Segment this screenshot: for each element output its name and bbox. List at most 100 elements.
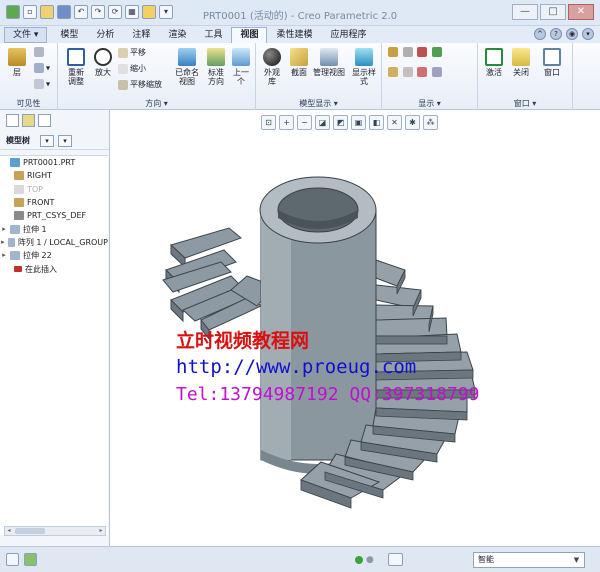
options-icon[interactable]: ▾ — [582, 28, 594, 40]
tab-view[interactable]: 视图 — [231, 27, 268, 43]
group-display: 显示 ▾ — [382, 43, 478, 110]
navigator-tabs — [0, 110, 109, 132]
model-tree-tab-icon[interactable] — [6, 114, 19, 127]
appearance-sphere-icon — [263, 48, 281, 66]
tree-item[interactable]: PRT_CSYS_DEF — [0, 209, 108, 222]
layers-icon — [8, 48, 26, 66]
scroll-thumb[interactable] — [15, 528, 45, 534]
tab-tools[interactable]: 工具 — [195, 27, 231, 43]
previous-view-button[interactable]: 上一 个 — [230, 48, 252, 86]
group-window: 激活 关闭 窗口 窗口 ▾ — [478, 43, 573, 110]
model-tree: PRT0001.PRT RIGHT TOP FRONT PRT_CSYS_DEF… — [0, 155, 108, 535]
plane-tag-icon[interactable] — [388, 67, 398, 77]
community-icon[interactable]: ◉ — [566, 28, 578, 40]
extrude-icon — [10, 251, 20, 261]
tab-model[interactable]: 模型 — [51, 27, 87, 43]
expand-icon[interactable]: ▸ — [0, 249, 8, 262]
plane-display-icon[interactable] — [388, 47, 398, 57]
section-icon — [290, 48, 308, 66]
title-bar: ▫ ↶ ↷ ⟳ ▦ ▾ PRT0001 (活动的) - Creo Paramet… — [0, 0, 600, 26]
tree-item[interactable]: TOP — [0, 183, 108, 196]
tree-item[interactable]: RIGHT — [0, 169, 108, 182]
tab-applications[interactable]: 应用程序 — [322, 27, 376, 43]
close-button[interactable]: ✕ — [568, 4, 594, 20]
help-icon[interactable]: ? — [550, 28, 562, 40]
orientation-icon — [207, 48, 225, 66]
tab-render[interactable]: 渲染 — [159, 27, 195, 43]
axis-tag-icon[interactable] — [402, 67, 413, 77]
find-icon[interactable] — [388, 553, 403, 566]
minimize-ribbon-icon[interactable]: ^ — [534, 28, 546, 40]
activate-button[interactable]: 激活 — [482, 48, 506, 77]
activate-icon — [485, 48, 503, 66]
pan-button[interactable]: 平移 — [118, 47, 146, 58]
display-style-button[interactable]: 显示样 式 — [350, 48, 378, 86]
window-icon — [543, 48, 561, 66]
tree-item[interactable]: 在此插入 — [0, 262, 108, 275]
zoom-out-icon — [118, 63, 128, 74]
refit-button[interactable]: 重新 调整 — [64, 48, 88, 86]
close-folder-icon — [512, 48, 530, 66]
tab-flexible-modeling[interactable]: 柔性建模 — [267, 27, 321, 43]
tab-analysis[interactable]: 分析 — [87, 27, 123, 43]
pan-zoom-button[interactable]: 平移缩放 — [118, 79, 162, 90]
expand-icon[interactable]: ▸ — [0, 223, 8, 236]
point-display-icon[interactable] — [417, 47, 428, 57]
scroll-right-icon[interactable]: ▸ — [97, 527, 105, 535]
status-icon[interactable]: ▾ — [34, 79, 50, 89]
pan-zoom-icon — [118, 79, 128, 90]
appearance-gallery-button[interactable]: 外观 库 — [260, 48, 284, 86]
axis-display-icon[interactable] — [402, 47, 413, 57]
tab-annotate[interactable]: 注释 — [123, 27, 159, 43]
manage-views-button[interactable]: 管理视图 — [312, 48, 346, 77]
group-label-visibility: 可见性 — [16, 99, 41, 108]
tree-item[interactable]: ▸ 拉伸 1 — [0, 222, 108, 235]
section-button[interactable]: 截面 — [288, 48, 310, 77]
window-button[interactable]: 窗口 — [540, 48, 564, 77]
group-model-display: 外观 库 截面 管理视图 显示样 式 模型显示 ▾ — [256, 43, 382, 110]
datum-plane-icon — [14, 198, 24, 208]
minimize-button[interactable]: — — [512, 4, 538, 20]
standard-orientation-button[interactable]: 标准 方向 — [204, 48, 228, 86]
navigator-toggle-icon[interactable] — [6, 553, 19, 566]
window-controls: — □ ✕ — [512, 4, 594, 20]
annotation-display-icon[interactable] — [431, 67, 442, 77]
zoom-in-button[interactable]: 放大 — [92, 48, 114, 77]
named-views-button[interactable]: 已命名 视图 — [174, 48, 200, 86]
scroll-left-icon[interactable]: ◂ — [5, 527, 13, 535]
selection-filter-dropdown[interactable]: 智能 ▼ — [473, 552, 585, 568]
group-label-model-display: 模型显示 ▾ — [299, 99, 338, 108]
previous-view-icon — [232, 48, 250, 66]
chevron-down-icon: ▼ — [573, 556, 580, 564]
show-icon[interactable]: ▾ — [34, 63, 50, 73]
named-views-icon — [178, 48, 196, 66]
extrude-icon — [10, 224, 20, 234]
tree-item[interactable]: ▸ 阵列 1 / LOCAL_GROUP — [0, 236, 108, 249]
model-tree-toolbar: 模型树 ▾ ▾ — [0, 132, 109, 150]
tree-columns-icon[interactable]: ▾ — [58, 134, 72, 147]
browser-toggle-icon[interactable] — [24, 553, 37, 566]
tree-item[interactable]: FRONT — [0, 196, 108, 209]
folder-browser-tab-icon[interactable] — [22, 114, 35, 127]
graphics-window[interactable]: ⊡ + − ◪ ◩ ▣ ◧ ✕ ✱ ⁂ 立时视频教程网 http://www.p… — [111, 110, 600, 546]
favorites-tab-icon[interactable] — [38, 114, 51, 127]
display-style-icon — [355, 48, 373, 66]
tree-horizontal-scrollbar[interactable]: ◂ ▸ — [4, 526, 106, 536]
close-window-button[interactable]: 关闭 — [510, 48, 532, 77]
display-toggle-row-1 — [388, 47, 444, 57]
datum-plane-icon — [14, 184, 24, 194]
csys-display-icon[interactable] — [431, 47, 442, 57]
expand-icon[interactable]: ▸ — [0, 236, 6, 249]
tab-file[interactable]: 文件 ▾ — [4, 27, 48, 43]
maximize-button[interactable]: □ — [540, 4, 566, 20]
zoom-out-button[interactable]: 缩小 — [118, 63, 146, 74]
navigator-panel: 模型树 ▾ ▾ PRT0001.PRT RIGHT TOP FRONT PRT_… — [0, 110, 110, 546]
ribbon-panel: 层 ▾ ▾ 可见性 重新 调整 放大 平移 缩小 平移缩放 已命名 视图 标准 … — [0, 43, 600, 110]
tree-item[interactable]: ▸ 拉伸 22 — [0, 249, 108, 262]
hide-icon[interactable] — [34, 47, 46, 57]
tree-item[interactable]: PRT0001.PRT — [0, 156, 108, 169]
tree-settings-icon[interactable]: ▾ — [40, 134, 54, 147]
layer-button[interactable]: 层 — [6, 48, 28, 77]
display-toggle-row-2 — [388, 67, 444, 77]
point-tag-icon[interactable] — [417, 67, 428, 77]
